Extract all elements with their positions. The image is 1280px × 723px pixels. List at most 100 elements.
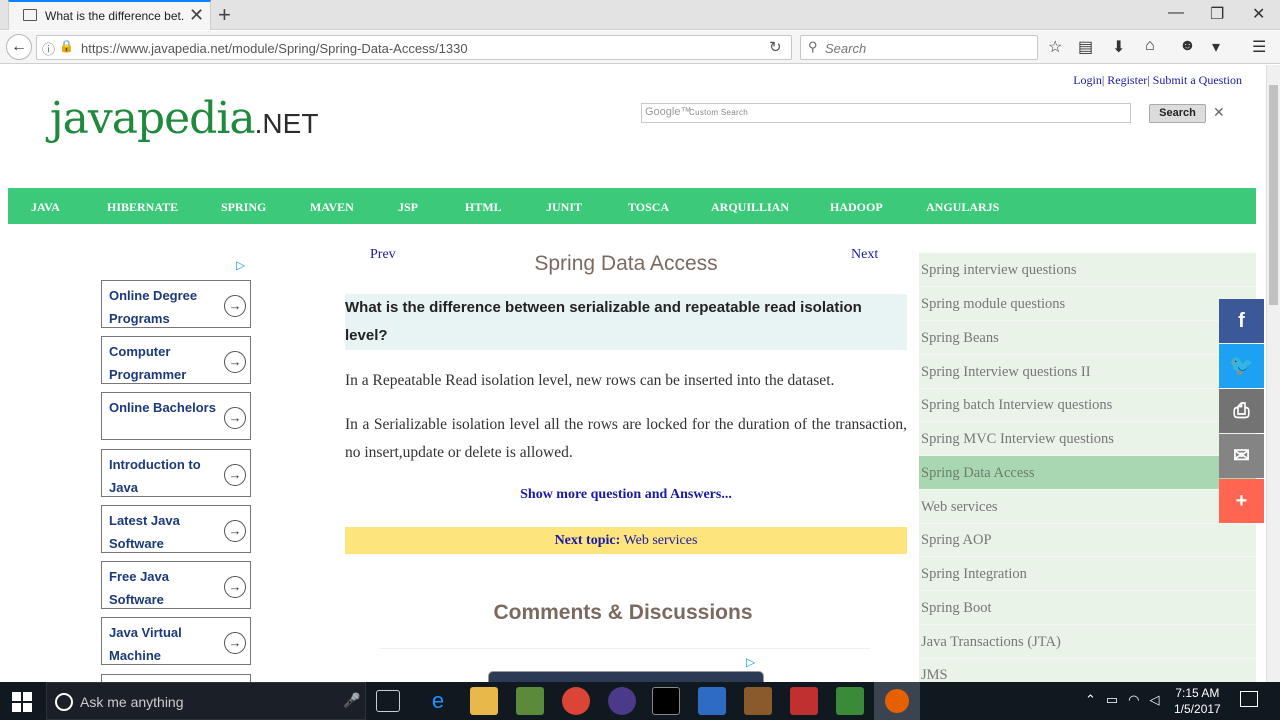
chrome-icon[interactable]: [562, 687, 590, 715]
firefox-icon: [885, 689, 909, 713]
bookmark-star-icon[interactable]: ☆: [1048, 37, 1062, 57]
next-topic-label: Next topic:: [554, 533, 621, 548]
arrow-right-icon: →: [224, 632, 246, 654]
arrow-right-icon: →: [224, 464, 246, 486]
arrow-right-icon: →: [224, 576, 246, 598]
reload-icon[interactable]: ↻: [769, 38, 782, 56]
sidebar-item[interactable]: Spring AOP: [919, 523, 1256, 557]
app-icon[interactable]: [698, 687, 726, 715]
nav-jsp[interactable]: JSP: [398, 200, 418, 215]
system-tray-icons[interactable]: ⌃▭◠◁: [1085, 692, 1170, 708]
app-icon[interactable]: [516, 687, 544, 715]
next-topic-link[interactable]: Web services: [624, 533, 698, 548]
nav-angularjs[interactable]: ANGULARJS: [926, 200, 999, 215]
sidebar-item[interactable]: Java Transactions (JTA): [919, 625, 1256, 659]
nav-arquillian[interactable]: ARQUILLIAN: [711, 200, 789, 215]
search-button[interactable]: Search: [1149, 104, 1206, 123]
sidebar-item[interactable]: Spring interview questions: [919, 253, 1256, 287]
windows-start-icon[interactable]: [12, 692, 32, 712]
adchoices-icon[interactable]: ▷: [236, 258, 245, 272]
task-view-icon[interactable]: [376, 690, 400, 712]
more-share-button[interactable]: +: [1219, 479, 1264, 523]
sidebar-item[interactable]: Spring Interview questions II: [919, 355, 1256, 389]
facebook-share-button[interactable]: f: [1219, 299, 1264, 343]
divider: [380, 648, 870, 649]
sidebar-item[interactable]: JMS: [919, 658, 1256, 682]
print-button[interactable]: ⎙: [1219, 389, 1264, 433]
answer-paragraph: In a Repeatable Read isolation level, ne…: [345, 372, 835, 389]
chat-icon[interactable]: ☻: [1179, 37, 1196, 55]
adchoices-icon[interactable]: ▷: [746, 655, 755, 669]
minimize-icon[interactable]: —: [1168, 4, 1184, 22]
browser-tab[interactable]: What is the difference bet... ✕: [8, 0, 211, 30]
google-label: Google™: [645, 106, 692, 118]
firefox-taskbar-button[interactable]: [874, 682, 920, 720]
menu-icon[interactable]: ☰: [1252, 37, 1266, 57]
nav-java[interactable]: JAVA: [31, 200, 60, 215]
browser-search-input[interactable]: ⚲ Search: [800, 35, 1038, 60]
ad-link[interactable]: [101, 674, 251, 682]
main-nav: JAVA HIBERNATE SPRING MAVEN JSP HTML JUN…: [8, 188, 1256, 224]
reading-list-icon[interactable]: ▤: [1078, 37, 1093, 57]
download-icon[interactable]: ⬇: [1112, 37, 1125, 57]
scrollbar[interactable]: [1266, 65, 1280, 682]
ad-banner[interactable]: [488, 671, 764, 682]
sidebar-item[interactable]: Spring Beans: [919, 321, 1256, 355]
nav-hadoop[interactable]: HADOOP: [830, 200, 883, 215]
nav-tosca[interactable]: TOSCA: [628, 200, 669, 215]
nav-junit[interactable]: JUNIT: [546, 200, 582, 215]
clock-time: 7:15 AM: [1175, 686, 1220, 700]
ad-link[interactable]: Introduction to Java →: [101, 449, 251, 497]
app-icon[interactable]: [790, 687, 818, 715]
show-more-link[interactable]: Show more question and Answers...: [345, 487, 907, 503]
account-links[interactable]: Login| Register| Submit a Question: [1073, 73, 1242, 88]
ad-link[interactable]: Online Degree Programs →: [101, 280, 251, 328]
question-box: What is the difference between serializa…: [345, 294, 907, 350]
close-window-icon[interactable]: ✕: [1252, 4, 1265, 24]
google-custom-search-input[interactable]: Google™ Custom Search: [641, 103, 1131, 123]
ad-link[interactable]: Online Bachelors →: [101, 392, 251, 440]
plus-icon: +: [1235, 490, 1248, 512]
app-icon[interactable]: [744, 687, 772, 715]
sidebar-item[interactable]: Web services: [919, 490, 1256, 524]
ad-link[interactable]: Latest Java Software →: [101, 505, 251, 553]
pocket-icon[interactable]: ▾: [1212, 37, 1220, 57]
eclipse-icon[interactable]: [608, 687, 636, 715]
home-icon[interactable]: ⌂: [1145, 37, 1155, 55]
edge-icon[interactable]: e: [424, 687, 452, 715]
twitter-share-button[interactable]: 🐦: [1219, 344, 1264, 388]
sidebar-item[interactable]: Spring module questions: [919, 287, 1256, 321]
new-tab-button[interactable]: +: [218, 2, 231, 28]
nav-maven[interactable]: MAVEN: [310, 200, 354, 215]
ad-link[interactable]: Computer Programmer →: [101, 336, 251, 384]
nav-spring[interactable]: SPRING: [221, 200, 266, 215]
cortana-search-input[interactable]: Ask me anything 🎤: [46, 682, 366, 720]
terminal-icon[interactable]: [652, 687, 680, 715]
info-icon[interactable]: ⓘ: [42, 39, 55, 58]
address-bar[interactable]: ⓘ 🔒 https://www.javapedia.net/module/Spr…: [36, 35, 792, 60]
sidebar-item[interactable]: Spring batch Interview questions: [919, 388, 1256, 422]
nav-hibernate[interactable]: HIBERNATE: [107, 200, 178, 215]
clear-search-icon[interactable]: ✕: [1213, 104, 1225, 121]
sidebar-item-active[interactable]: Spring Data Access: [919, 456, 1256, 490]
restore-icon[interactable]: ❐: [1210, 4, 1224, 24]
nav-html[interactable]: HTML: [465, 200, 502, 215]
back-button[interactable]: ←: [6, 34, 32, 60]
microphone-icon[interactable]: 🎤: [343, 692, 360, 709]
site-logo[interactable]: javapedia.NET: [50, 93, 318, 144]
file-explorer-icon[interactable]: [470, 687, 498, 715]
tab-title: What is the difference bet...: [45, 9, 185, 23]
scrollbar-thumb[interactable]: [1269, 85, 1278, 305]
clock[interactable]: 7:15 AM 1/5/2017: [1174, 685, 1221, 717]
web-page: javapedia.NET Login| Register| Submit a …: [0, 65, 1266, 682]
sidebar-item[interactable]: Spring Integration: [919, 557, 1256, 591]
url-text[interactable]: https://www.javapedia.net/module/Spring/…: [81, 41, 468, 56]
email-share-button[interactable]: ✉: [1219, 434, 1264, 478]
notification-icon[interactable]: [1240, 691, 1258, 707]
ad-link[interactable]: Java Virtual Machine →: [101, 617, 251, 665]
ad-link[interactable]: Free Java Software →: [101, 561, 251, 609]
sidebar-item[interactable]: Spring Boot: [919, 591, 1256, 625]
app-icon[interactable]: [836, 687, 864, 715]
sidebar-item[interactable]: Spring MVC Interview questions: [919, 422, 1256, 456]
close-tab-icon[interactable]: ✕: [189, 5, 204, 26]
